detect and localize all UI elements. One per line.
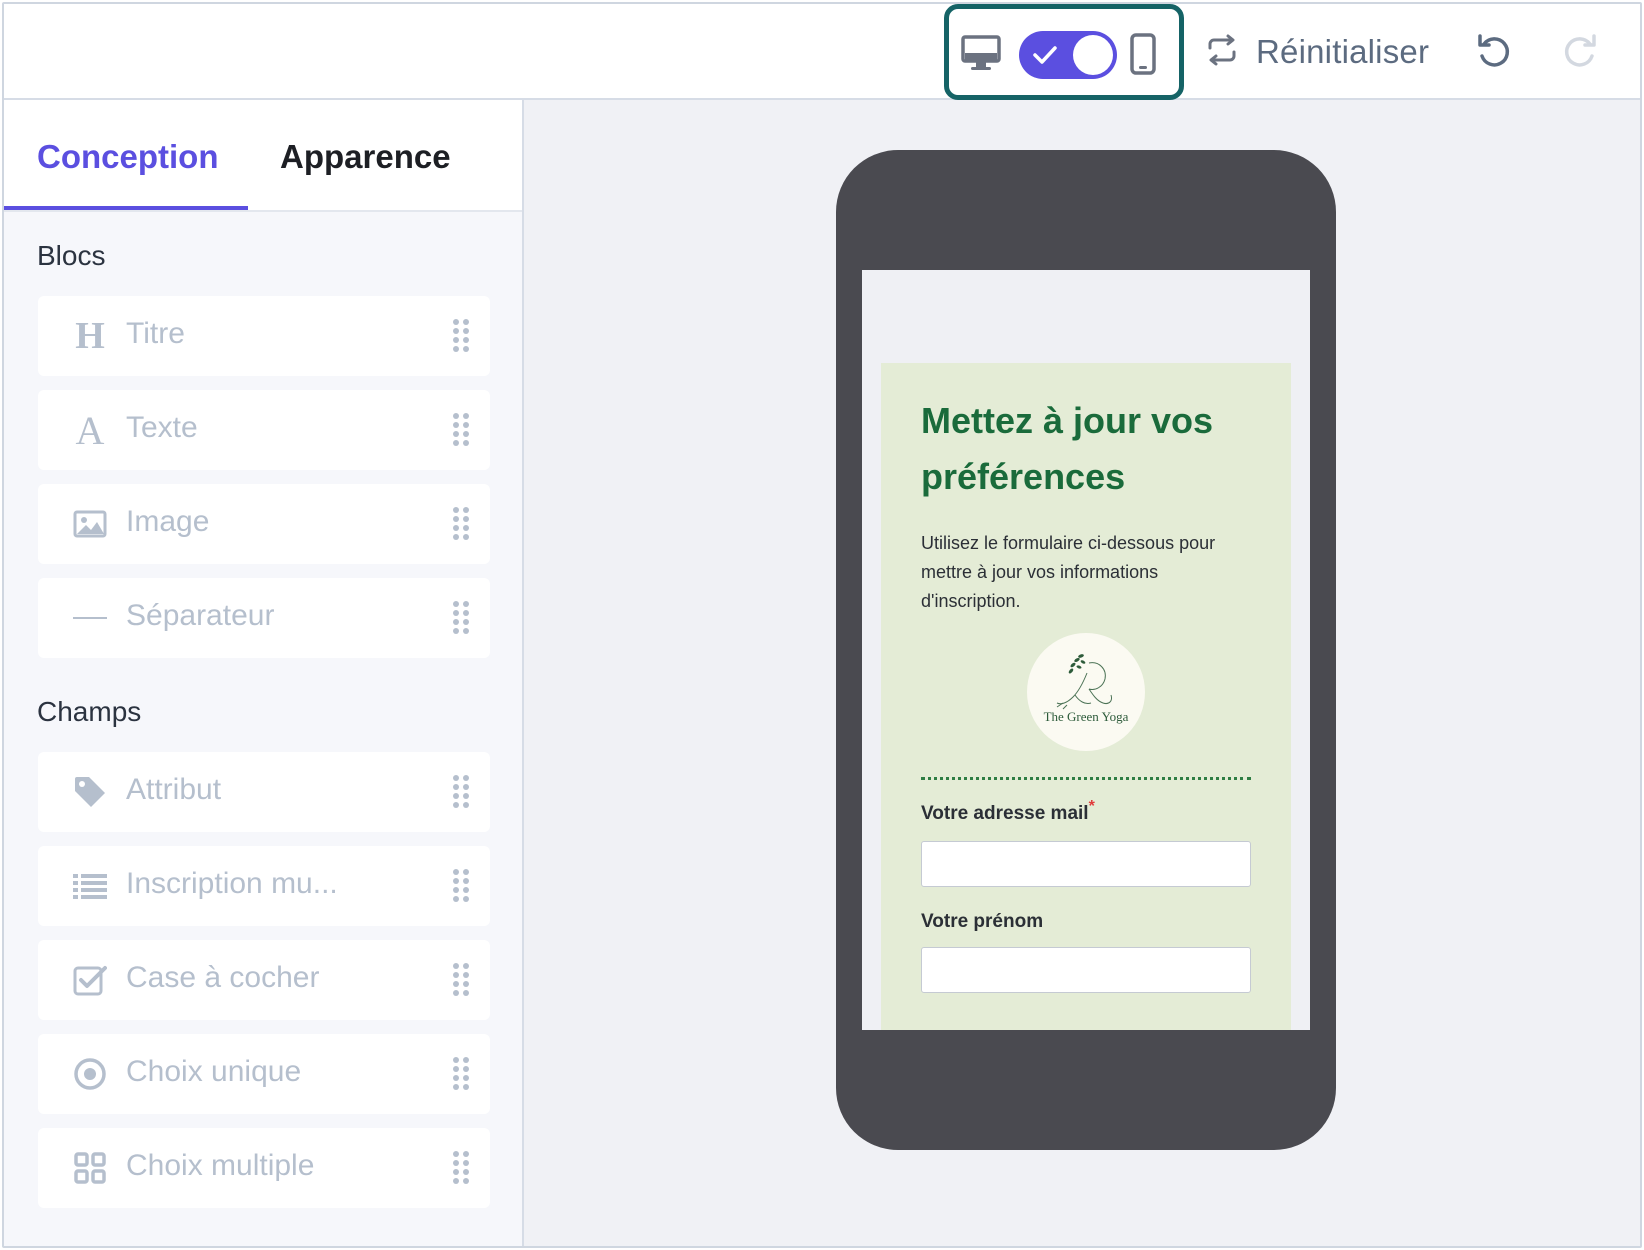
email-field[interactable] [921, 841, 1251, 887]
mobile-device-frame: Mettez à jour vos préférences Utilisez l… [836, 150, 1336, 1150]
block-item-texte[interactable]: A Texte [38, 390, 490, 470]
field-item-choix-unique[interactable]: Choix unique [38, 1034, 490, 1114]
preview-canvas: Mettez à jour vos préférences Utilisez l… [524, 100, 1640, 1246]
form-description: Utilisez le formulaire ci-dessous pour m… [921, 533, 1216, 611]
monitor-icon[interactable] [960, 33, 1002, 78]
drag-handle-icon[interactable] [452, 866, 470, 911]
checkmark-icon [1031, 41, 1059, 74]
undo-icon[interactable] [1474, 32, 1514, 77]
blocks-section-title: Blocs [37, 240, 106, 271]
toggle-knob [1073, 35, 1113, 75]
grid-icon [70, 1148, 110, 1188]
text-icon: A [75, 407, 105, 453]
field-label: Choix multiple [126, 1149, 315, 1182]
yoga-figure-icon [1056, 654, 1112, 710]
device-preview-toggle-group [944, 4, 1184, 100]
firstname-field[interactable] [921, 947, 1251, 993]
drag-handle-icon[interactable] [452, 1054, 470, 1099]
tab-conception[interactable]: Conception [37, 138, 218, 176]
field-item-case-a-cocher[interactable]: Case à cocher [38, 940, 490, 1020]
drag-handle-icon[interactable] [452, 316, 470, 361]
active-tab-indicator [4, 206, 248, 210]
tag-icon [70, 772, 110, 812]
field-item-choix-multiple[interactable]: Choix multiple [38, 1128, 490, 1208]
drag-handle-icon[interactable] [452, 960, 470, 1005]
radio-icon [70, 1054, 110, 1094]
image-icon [70, 504, 110, 544]
smartphone-icon[interactable] [1129, 33, 1157, 80]
drag-handle-icon[interactable] [452, 410, 470, 455]
tab-apparence[interactable]: Apparence [280, 138, 451, 176]
list-icon [70, 866, 110, 906]
field-label: Inscription mu... [126, 867, 338, 900]
sidebar-tabs: Conception Apparence [4, 100, 522, 212]
heading-icon: H [75, 315, 105, 357]
firstname-field-label: Votre prénom [921, 911, 1044, 932]
block-label: Texte [126, 411, 198, 444]
field-label: Attribut [126, 773, 222, 806]
field-label: Case à cocher [126, 961, 320, 994]
repeat-icon [1204, 34, 1240, 71]
drag-handle-icon[interactable] [452, 772, 470, 817]
editor-window: Réinitialiser Conception Apparence Blocs… [2, 2, 1642, 1248]
block-item-titre[interactable]: H Titre [38, 296, 490, 376]
divider-icon [70, 598, 110, 638]
redo-icon[interactable] [1560, 32, 1600, 77]
block-item-image[interactable]: Image [38, 484, 490, 564]
drag-handle-icon[interactable] [452, 1148, 470, 1193]
block-item-separateur[interactable]: Séparateur [38, 578, 490, 658]
brand-logo: The Green Yoga [1027, 633, 1145, 751]
dotted-separator [921, 777, 1251, 780]
block-label: Titre [126, 317, 185, 350]
field-item-inscription[interactable]: Inscription mu... [38, 846, 490, 926]
drag-handle-icon[interactable] [452, 504, 470, 549]
logo-text: The Green Yoga [1043, 709, 1129, 724]
reset-label: Réinitialiser [1256, 33, 1430, 70]
email-field-label: Votre adresse mail* [921, 798, 1095, 825]
form-title: Mettez à jour vos préférences [921, 400, 1214, 497]
field-label: Choix unique [126, 1055, 302, 1088]
field-item-attribut[interactable]: Attribut [38, 752, 490, 832]
device-toggle-switch[interactable] [1019, 31, 1117, 79]
fields-section-title: Champs [37, 696, 142, 727]
reset-button[interactable]: Réinitialiser [1204, 30, 1429, 74]
checkbox-icon [70, 960, 110, 1000]
email-label-text: Votre adresse mail [921, 803, 1089, 824]
mobile-screen: Mettez à jour vos préférences Utilisez l… [862, 270, 1310, 1030]
drag-handle-icon[interactable] [452, 598, 470, 643]
top-toolbar: Réinitialiser [4, 4, 1640, 100]
form-preview-card[interactable]: Mettez à jour vos préférences Utilisez l… [881, 363, 1291, 1030]
block-label: Image [126, 505, 210, 538]
sidebar: Conception Apparence Blocs H Titre A Tex… [4, 100, 524, 1246]
block-label: Séparateur [126, 599, 275, 632]
required-asterisk: * [1088, 798, 1095, 815]
